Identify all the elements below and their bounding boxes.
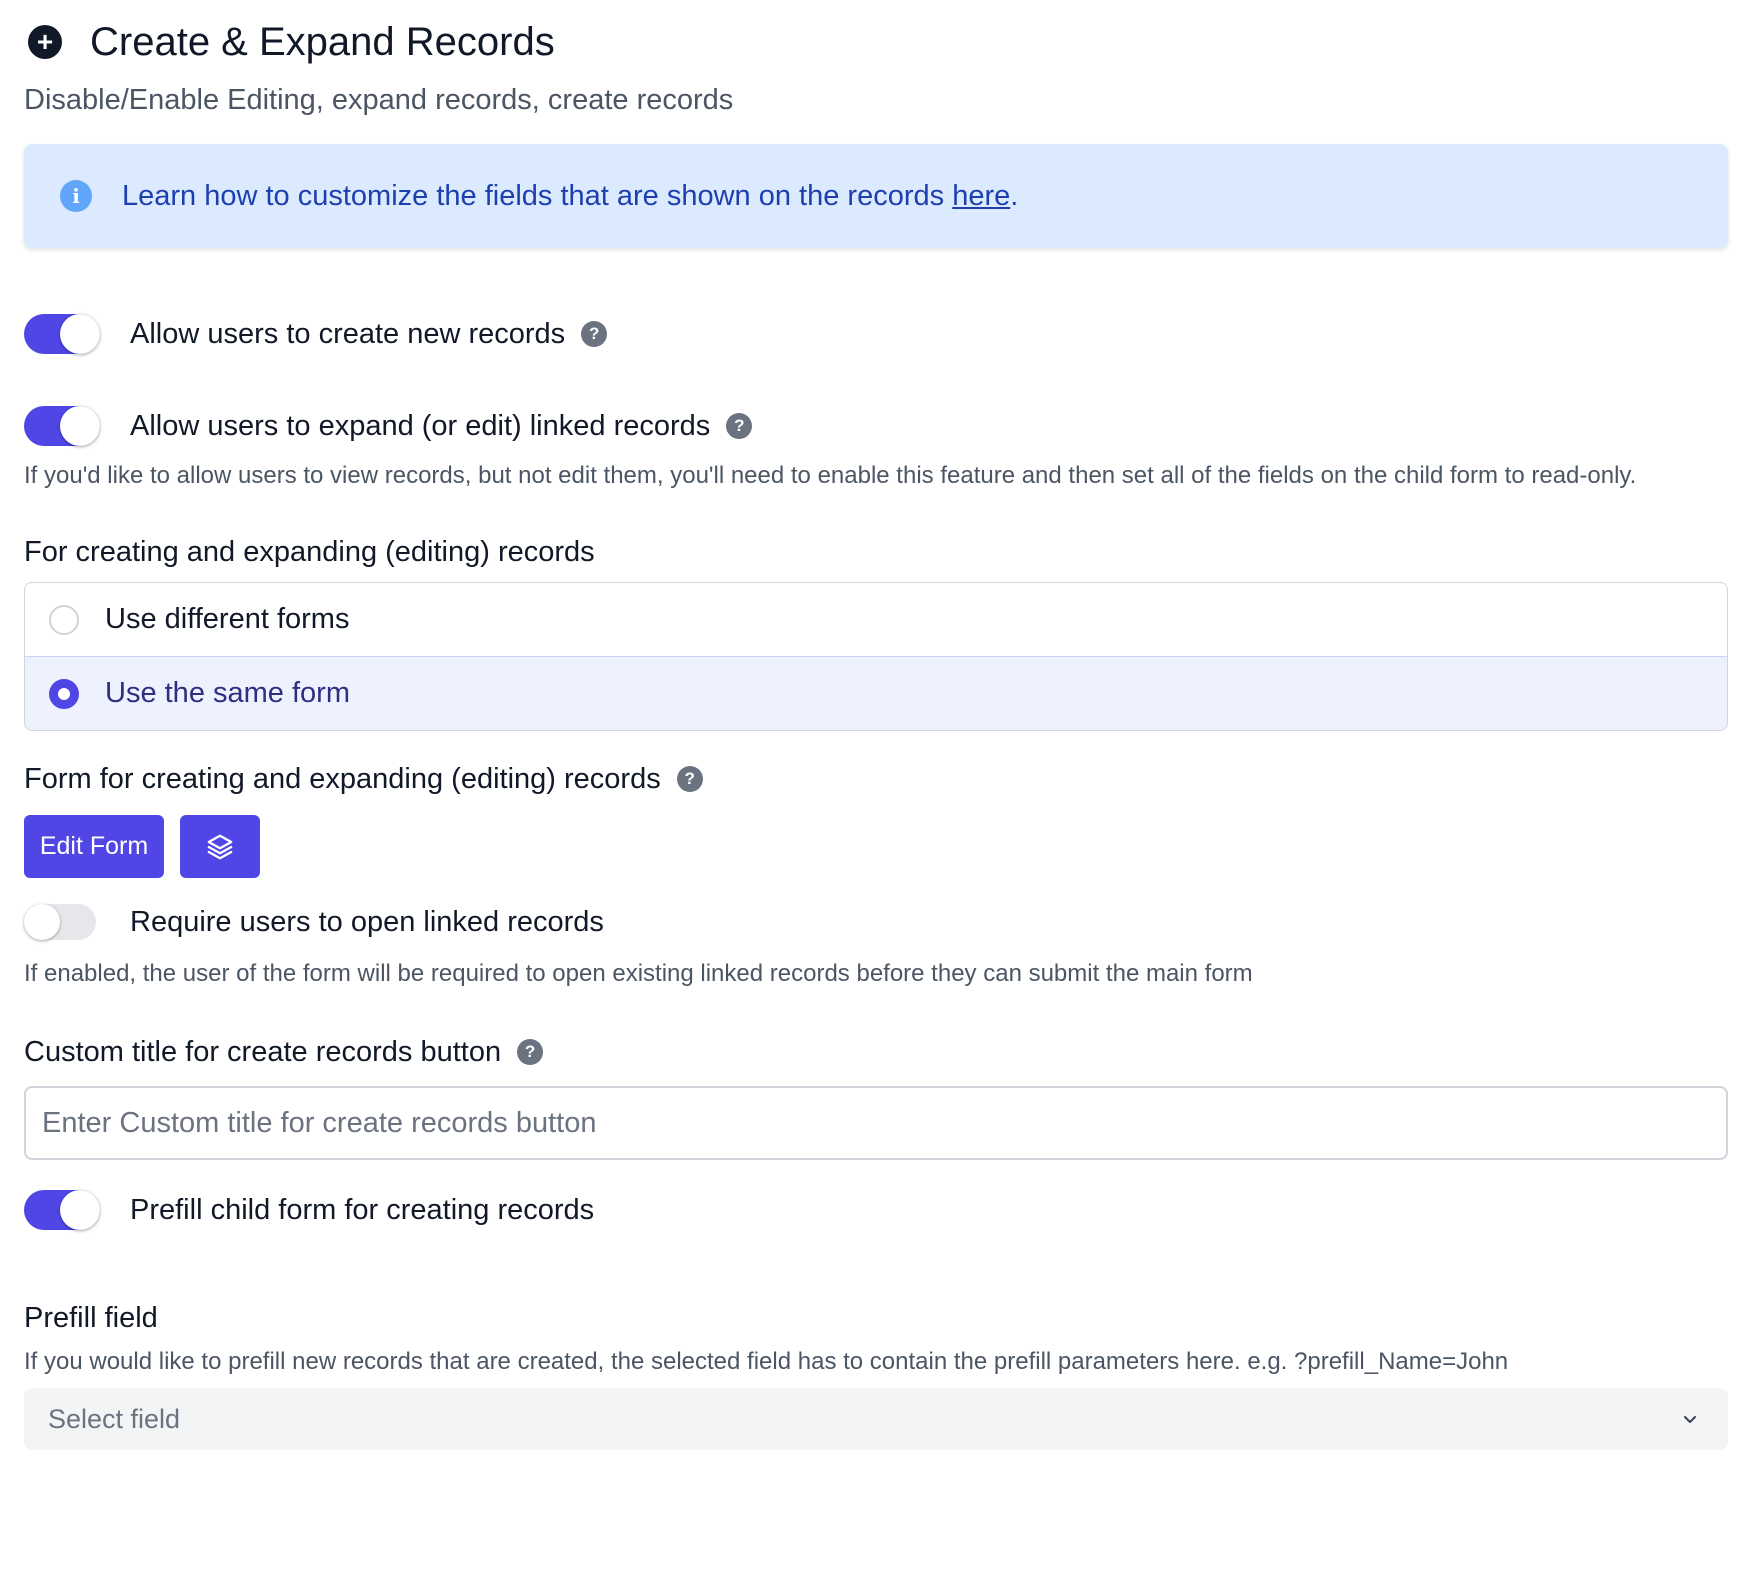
radio-button[interactable] bbox=[49, 604, 79, 635]
radio-option-different-forms[interactable]: Use different forms bbox=[25, 583, 1727, 656]
custom-title-label-row: Custom title for create records button ? bbox=[24, 1032, 1728, 1072]
page-title: Create & Expand Records bbox=[90, 19, 555, 64]
form-picker-buttons: Edit Form bbox=[24, 815, 1728, 878]
radio-option-same-form[interactable]: Use the same form bbox=[25, 656, 1727, 730]
form-picker-label-row: Form for creating and expanding (editing… bbox=[24, 759, 1728, 799]
prefill-field-helper: If you would like to prefill new records… bbox=[24, 1348, 1509, 1375]
require-open-helper: If enabled, the user of the form will be… bbox=[24, 960, 1253, 987]
create-records-label: Allow users to create new records bbox=[130, 317, 566, 350]
expand-records-label: Allow users to expand (or edit) linked r… bbox=[130, 409, 711, 442]
plus-circle-icon: + bbox=[28, 25, 62, 59]
prefill-field-select[interactable]: Select field bbox=[24, 1388, 1728, 1450]
radio-label: Use different forms bbox=[105, 603, 350, 635]
create-records-setting: Allow users to create new records ? bbox=[24, 310, 1728, 358]
require-open-setting: Require users to open linked records bbox=[24, 898, 1728, 946]
expand-records-helper: If you'd like to allow users to view rec… bbox=[24, 462, 1637, 489]
layers-icon bbox=[207, 834, 233, 859]
prefill-child-label: Prefill child form for creating records bbox=[130, 1193, 595, 1226]
info-banner: i Learn how to customize the fields that… bbox=[24, 144, 1728, 248]
create-records-toggle[interactable] bbox=[24, 314, 100, 354]
chevron-down-icon bbox=[1684, 1416, 1696, 1423]
info-suffix: . bbox=[1010, 179, 1019, 212]
help-icon[interactable]: ? bbox=[581, 321, 608, 347]
forms-choice-radio-group: Use different forms Use the same form bbox=[24, 582, 1728, 731]
section-header: + Create & Expand Records bbox=[24, 0, 1728, 84]
expand-records-toggle[interactable] bbox=[24, 406, 100, 446]
forms-choice-label: For creating and expanding (editing) rec… bbox=[24, 535, 595, 568]
help-icon[interactable]: ? bbox=[726, 413, 753, 439]
require-open-label: Require users to open linked records bbox=[130, 905, 604, 938]
edit-form-button[interactable]: Edit Form bbox=[24, 815, 164, 878]
info-icon: i bbox=[60, 180, 92, 212]
help-icon[interactable]: ? bbox=[517, 1039, 544, 1065]
toggle-knob bbox=[60, 1190, 100, 1230]
layers-button[interactable] bbox=[180, 815, 260, 878]
require-open-toggle[interactable] bbox=[24, 904, 96, 940]
expand-records-setting: Allow users to expand (or edit) linked r… bbox=[24, 402, 1728, 450]
radio-button[interactable] bbox=[49, 678, 79, 709]
prefill-field-label: Prefill field bbox=[24, 1301, 158, 1334]
toggle-knob bbox=[60, 406, 100, 446]
select-value: Select field bbox=[48, 1403, 181, 1434]
radio-label: Use the same form bbox=[105, 677, 350, 709]
toggle-knob bbox=[60, 314, 100, 354]
toggle-knob bbox=[24, 904, 60, 940]
page-subtitle: Disable/Enable Editing, expand records, … bbox=[24, 84, 734, 116]
custom-title-label: Custom title for create records button bbox=[24, 1035, 502, 1068]
prefill-child-setting: Prefill child form for creating records bbox=[24, 1186, 1728, 1234]
help-icon[interactable]: ? bbox=[676, 766, 703, 792]
create-expand-settings-panel: + Create & Expand Records Disable/Enable… bbox=[24, 0, 1728, 1450]
info-help-link[interactable]: here bbox=[952, 180, 1010, 212]
info-text: Learn how to customize the fields that a… bbox=[122, 180, 1018, 213]
form-picker-label: Form for creating and expanding (editing… bbox=[24, 762, 661, 795]
custom-title-input[interactable] bbox=[24, 1086, 1728, 1160]
info-message: Learn how to customize the fields that a… bbox=[122, 179, 953, 212]
prefill-child-toggle[interactable] bbox=[24, 1190, 100, 1230]
